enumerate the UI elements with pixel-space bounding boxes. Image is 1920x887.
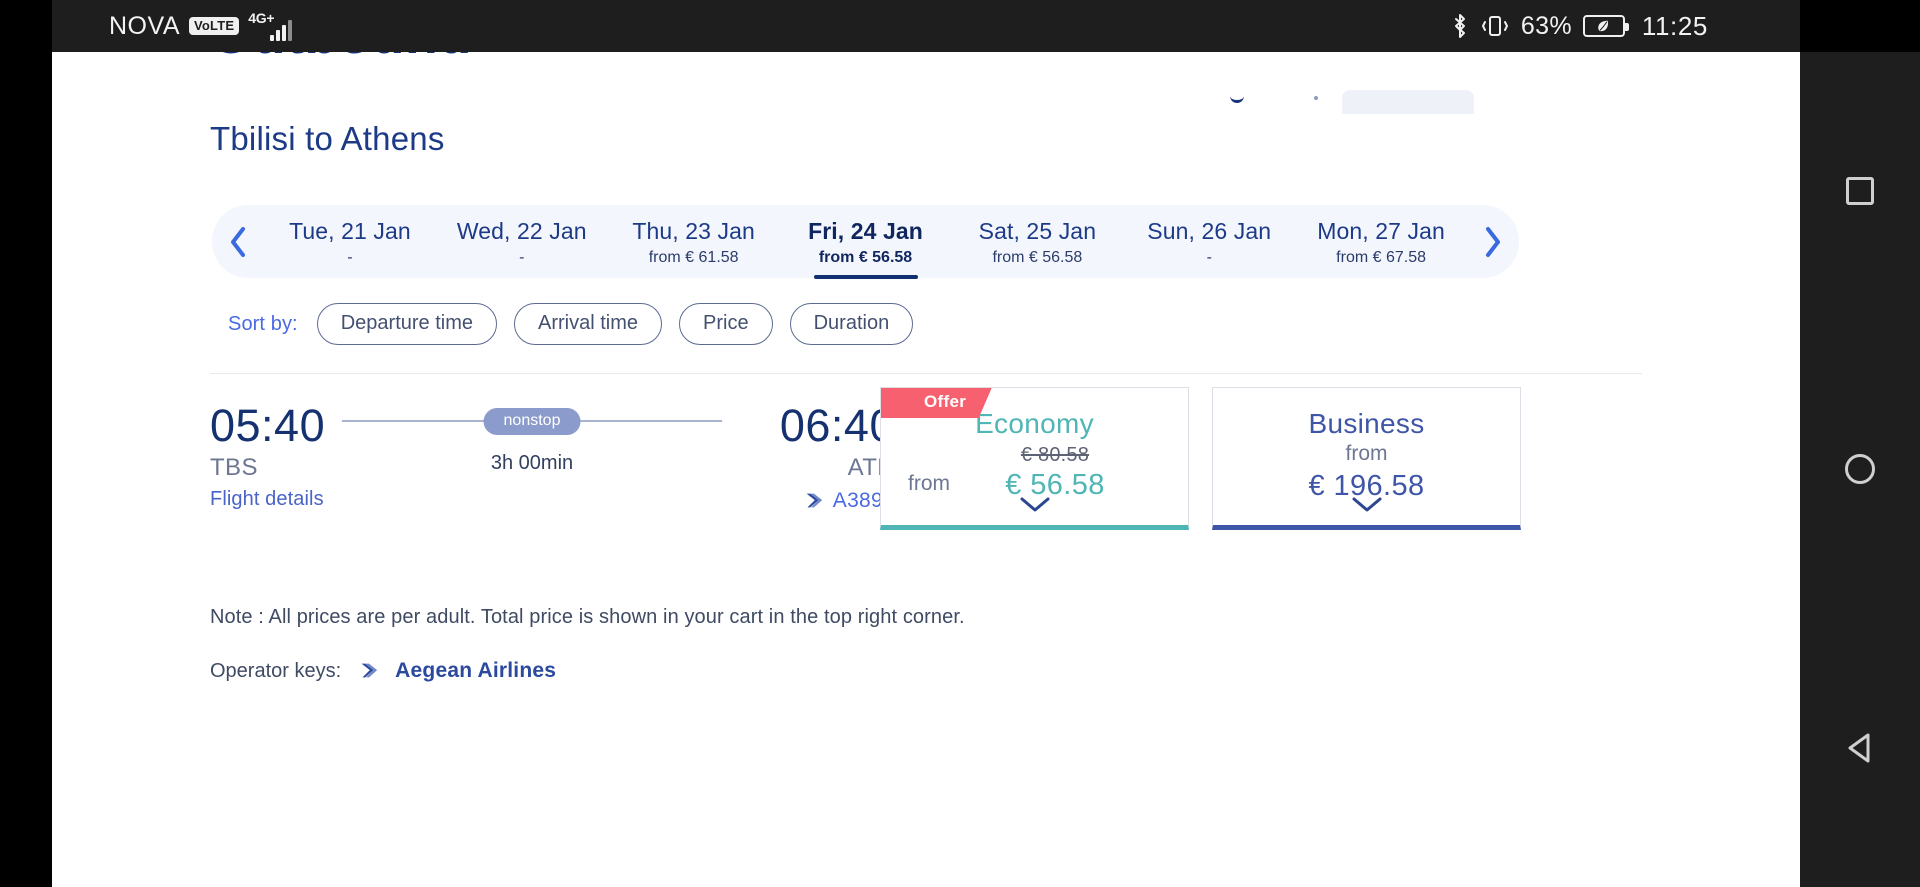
arrival-block: 06:40 ATH A3897 <box>780 402 895 513</box>
stops-badge: nonstop <box>483 408 581 435</box>
chevron-right-icon <box>1486 226 1500 257</box>
offer-badge: Offer <box>881 388 993 418</box>
fare-from-label-business: from <box>1345 442 1388 465</box>
flight-result-row: 05:40 TBS Flight details nonstop 3h 00mi… <box>52 387 1800 562</box>
chevron-down-icon <box>1020 497 1049 512</box>
android-status-bar: NOVA VoLTE 4G+ 63% 11:25 <box>52 0 1800 52</box>
date-selector: Tue, 21 Jan - Wed, 22 Jan - Thu, 23 Jan … <box>212 205 1519 278</box>
status-bar-left: NOVA VoLTE 4G+ <box>109 10 293 41</box>
fare-current-price: € 56.58 <box>1005 469 1105 501</box>
network-type-label: 4G+ <box>248 10 275 26</box>
header-action-pill[interactable] <box>1342 90 1474 114</box>
date-list: Tue, 21 Jan - Wed, 22 Jan - Thu, 23 Jan … <box>264 205 1467 278</box>
operator-name: Aegean Airlines <box>395 659 557 682</box>
section-divider <box>210 373 1642 374</box>
departure-airport-code: TBS <box>210 454 258 482</box>
fare-card-business[interactable]: Business from € 196.58 <box>1212 387 1521 530</box>
header-glyph-a <box>1230 96 1244 103</box>
page-title: Outbound <box>210 52 472 66</box>
volte-badge: VoLTE <box>189 17 240 35</box>
date-tab-6[interactable]: Mon, 27 Jan from € 67.58 <box>1295 205 1467 278</box>
flight-details-link[interactable]: Flight details <box>210 488 325 511</box>
home-button[interactable] <box>1837 446 1883 492</box>
status-bar-right: 63% 11:25 <box>1451 11 1708 42</box>
date-tab-0[interactable]: Tue, 21 Jan - <box>264 205 436 278</box>
back-triangle-icon <box>1848 733 1870 763</box>
operator-keys-row: Operator keys: Aegean Airlines <box>210 659 1800 683</box>
android-navigation-bar <box>1800 52 1920 887</box>
arrival-time: 06:40 <box>779 400 895 451</box>
arrival-airport-code: ATH <box>847 454 895 482</box>
sort-controls: Sort by: Departure time Arrival time Pri… <box>228 303 1800 345</box>
date-tab-5[interactable]: Sun, 26 Jan - <box>1123 205 1295 278</box>
date-tab-day: Sat, 25 Jan <box>978 218 1097 244</box>
home-circle-icon <box>1845 454 1875 485</box>
screen-left-bezel <box>0 0 52 887</box>
sort-chip-arrival-time[interactable]: Arrival time <box>514 303 663 345</box>
network-indicator: 4G+ <box>248 10 293 41</box>
bluetooth-icon <box>1454 14 1465 38</box>
aegean-airlines-icon <box>806 493 822 508</box>
price-note: Note : All prices are per adult. Total p… <box>210 606 965 628</box>
battery-saver-icon <box>1582 15 1629 37</box>
battery-percent: 63% <box>1520 11 1572 40</box>
prev-dates-button[interactable] <box>212 226 264 258</box>
route-title: Tbilisi to Athens <box>210 120 445 157</box>
expand-business-button[interactable] <box>1351 496 1383 519</box>
vibrate-icon <box>1481 16 1509 36</box>
flight-number-row: A3897 <box>780 489 895 513</box>
fare-title-business: Business <box>1308 408 1425 439</box>
fare-price-group: € 80.58 € 56.58 <box>969 444 1141 502</box>
date-tab-price: from € 67.58 <box>1336 249 1426 266</box>
sort-chip-departure-time[interactable]: Departure time <box>316 303 497 345</box>
sort-by-label: Sort by: <box>228 312 298 335</box>
chevron-left-icon <box>231 226 245 257</box>
expand-economy-button[interactable] <box>1019 496 1051 519</box>
date-tab-4[interactable]: Sat, 25 Jan from € 56.58 <box>951 205 1123 278</box>
header-glyph-b <box>1314 96 1318 100</box>
date-tab-day: Mon, 27 Jan <box>1317 218 1445 244</box>
date-tab-2[interactable]: Thu, 23 Jan from € 61.58 <box>608 205 780 278</box>
date-tab-day: Thu, 23 Jan <box>632 218 755 244</box>
clock: 11:25 <box>1641 10 1708 41</box>
date-tab-day: Wed, 22 Jan <box>456 218 587 244</box>
flight-path: nonstop 3h 00min <box>342 408 722 474</box>
fare-original-price: € 80.58 <box>1020 444 1090 466</box>
recents-square-icon <box>1846 177 1874 206</box>
fare-from-label: from <box>908 472 950 495</box>
date-tab-price: from € 56.58 <box>992 249 1083 266</box>
aegean-airlines-icon <box>361 663 378 678</box>
date-tab-day: Fri, 24 Jan <box>808 218 923 244</box>
page-header: Outbound v 0 <box>52 52 1800 114</box>
date-tab-price: - <box>1206 249 1212 266</box>
date-tab-price: - <box>519 249 525 266</box>
date-tab-day: Tue, 21 Jan <box>289 218 411 244</box>
departure-block: 05:40 TBS Flight details <box>210 402 325 511</box>
date-tab-3-selected[interactable]: Fri, 24 Jan from € 56.58 <box>780 205 952 278</box>
app-viewport: Outbound v 0 Tbilisi to Athens Tue, 21 J… <box>52 52 1800 887</box>
sort-chip-duration[interactable]: Duration <box>789 303 914 345</box>
date-tab-price: from € 61.58 <box>648 249 739 266</box>
next-dates-button[interactable] <box>1467 226 1519 258</box>
date-tab-day: Sun, 26 Jan <box>1147 218 1272 244</box>
date-tab-price: from € 56.58 <box>818 249 913 266</box>
back-button[interactable] <box>1837 725 1883 771</box>
chevron-down-icon <box>1352 497 1381 512</box>
fare-card-economy[interactable]: Offer Economy from € 80.58 € 56.58 <box>880 387 1189 530</box>
departure-time: 05:40 <box>210 400 326 451</box>
fare-cards: Offer Economy from € 80.58 € 56.58 Busin… <box>880 387 1521 530</box>
carrier-name: NOVA <box>109 11 180 40</box>
flight-duration: 3h 00min <box>490 452 574 474</box>
date-tab-1[interactable]: Wed, 22 Jan - <box>436 205 608 278</box>
device-screen: NOVA VoLTE 4G+ 63% 11:25 Tbilisi to Athe… <box>0 0 1920 887</box>
operator-keys-label: Operator keys: <box>210 659 342 682</box>
date-tab-price: - <box>347 249 353 266</box>
sort-chip-price[interactable]: Price <box>679 303 773 345</box>
flight-path-line: nonstop <box>342 408 722 435</box>
recents-button[interactable] <box>1837 168 1883 214</box>
